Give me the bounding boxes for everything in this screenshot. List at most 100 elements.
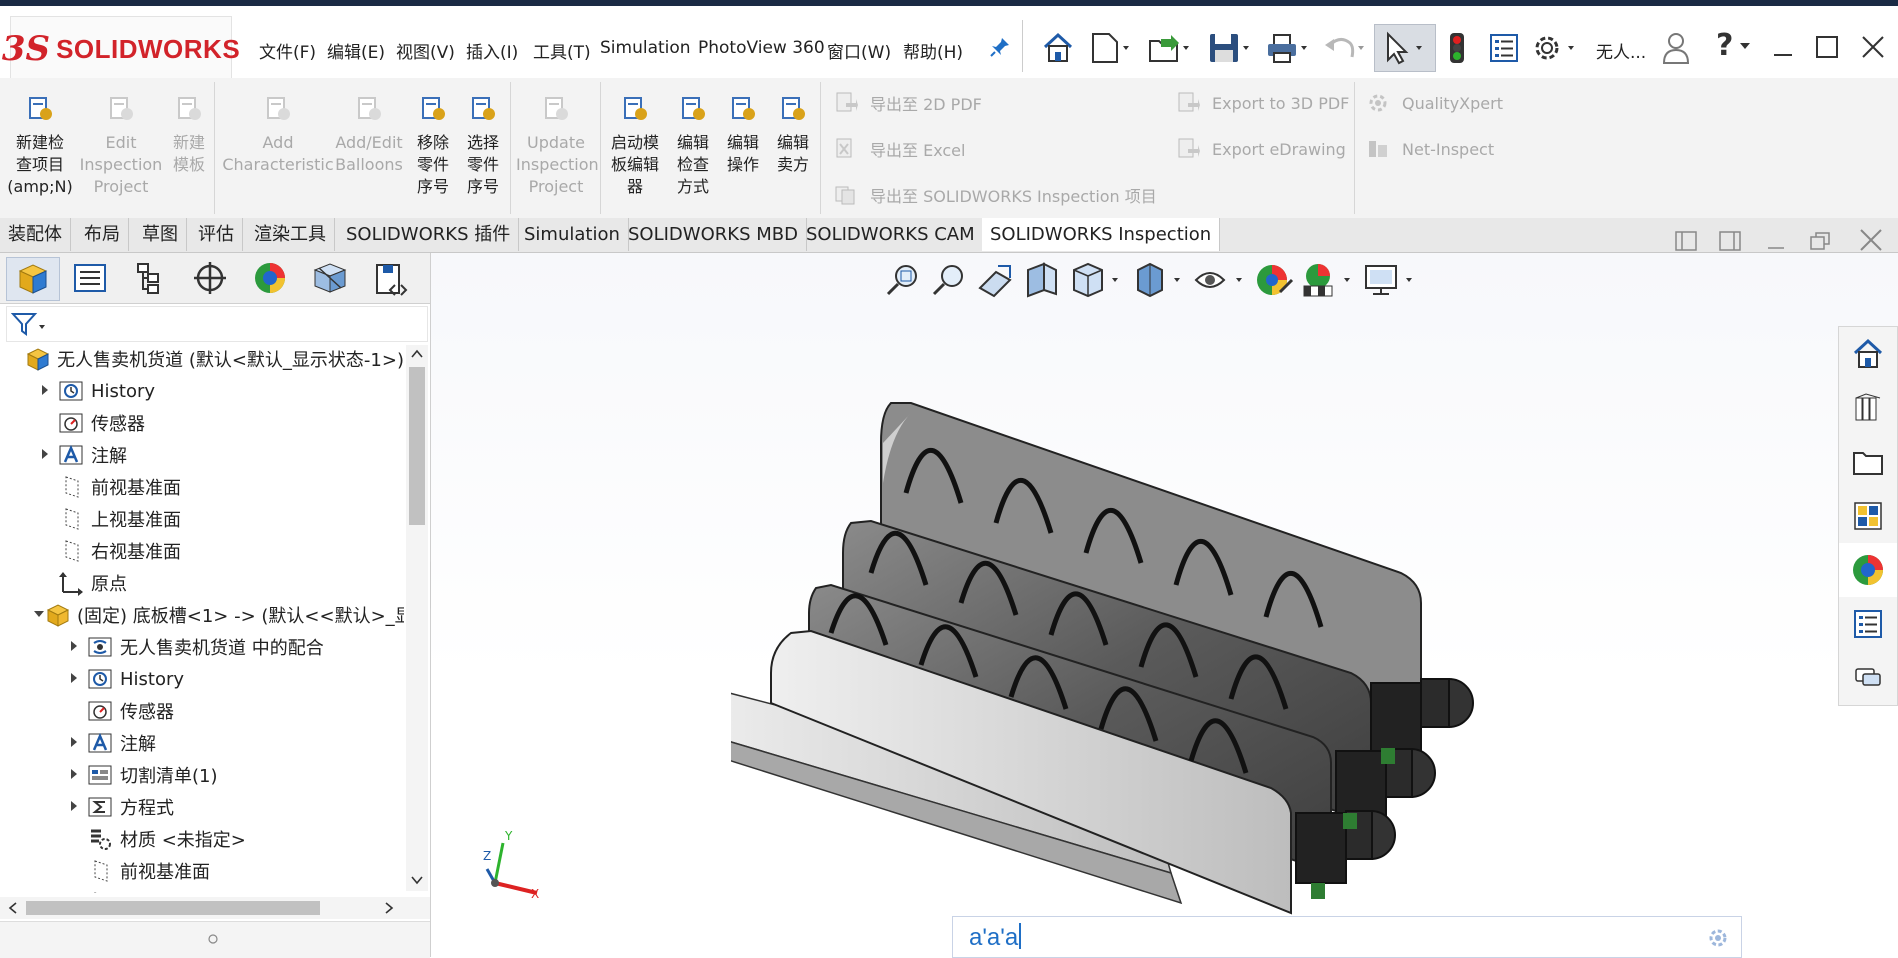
ribbon-button-7[interactable]: Update Inspection Project [516, 94, 599, 198]
tree-item[interactable]: 切割清单(1) [4, 759, 404, 791]
solidworks-logo[interactable]: 3S SOLIDWORKS [2, 16, 240, 82]
menu-file[interactable]: 文件(F) [259, 38, 316, 63]
command-search-input[interactable]: a'a'a [952, 916, 1742, 958]
ribbon-button-10[interactable]: 编辑 操作 [718, 94, 768, 176]
tree-item[interactable]: (固定) 底板槽<1> -> (默认<<默认>_显示 [4, 599, 404, 631]
help-button[interactable]: ? [1716, 28, 1733, 63]
qualityxpert-button[interactable]: QualityXpert [1366, 88, 1503, 118]
scroll-thumb[interactable] [409, 367, 425, 525]
tab-3[interactable]: 评估 [190, 218, 243, 251]
ribbon-button-8[interactable]: 启动模 板编辑器 [604, 94, 666, 198]
edit-appearance-icon[interactable] [1254, 260, 1294, 300]
doc-minimize-icon[interactable] [1762, 228, 1790, 254]
menu-tools[interactable]: 工具(T) [533, 38, 591, 63]
print-icon[interactable] [1262, 28, 1318, 68]
close-icon[interactable] [1858, 32, 1888, 62]
scroll-down-icon[interactable] [411, 875, 423, 885]
rebuild-traffic-light-icon[interactable] [1440, 28, 1474, 68]
tab-7[interactable]: SOLIDWORKS MBD [620, 218, 807, 251]
display-manager-icon[interactable] [244, 257, 296, 299]
tree-item[interactable]: 注解 [4, 439, 404, 471]
expand-arrow-icon[interactable] [62, 736, 86, 751]
menu-window[interactable]: 窗口(W) [827, 38, 891, 63]
view-orientation-icon[interactable] [1068, 260, 1124, 300]
export-excel-button[interactable]: 导出至 Excel [834, 134, 965, 164]
doc-close-icon[interactable] [1856, 226, 1886, 254]
ribbon-button-5[interactable]: 移除 零件 序号 [410, 94, 456, 198]
assembly-3d-model[interactable] [731, 373, 1691, 943]
pin-icon[interactable] [986, 32, 1014, 62]
inspection-manager-icon[interactable] [304, 257, 356, 299]
tab-9[interactable]: SOLIDWORKS Inspection [982, 218, 1221, 251]
export-sw-inspection-project-button[interactable]: 导出至 SOLIDWORKS Inspection 项目 [834, 180, 1157, 210]
tree-item[interactable]: 前视基准面 [4, 471, 404, 503]
menu-simulation[interactable]: Simulation [600, 38, 691, 58]
file-properties-icon[interactable] [1484, 28, 1524, 68]
export-edrawing-button[interactable]: Export eDrawing [1176, 134, 1346, 164]
ribbon-button-2[interactable]: 新建 模板 [166, 94, 212, 176]
view-palette-icon[interactable] [1839, 489, 1897, 543]
tree-item[interactable]: 材质 <未指定> [4, 823, 404, 855]
graphics-area[interactable]: Y Z X [431, 253, 1898, 957]
tab-1[interactable]: 布局 [76, 218, 129, 251]
feature-manager-tree-icon[interactable] [6, 257, 60, 301]
tree-filter-bar[interactable] [6, 306, 428, 342]
scroll-left-icon[interactable] [8, 902, 18, 914]
tree-item[interactable]: 传感器 [4, 695, 404, 727]
tile-right-icon[interactable] [1716, 228, 1744, 254]
new-document-icon[interactable] [1084, 28, 1140, 68]
section-view-icon[interactable] [1022, 260, 1062, 300]
display-style-icon[interactable] [1130, 260, 1186, 300]
tab-2[interactable]: 草图 [134, 218, 187, 251]
user-name[interactable]: 无人... [1596, 38, 1646, 63]
filter-icon[interactable] [10, 311, 49, 342]
tree-item[interactable]: History [4, 375, 404, 407]
ribbon-button-4[interactable]: Add/Edit Balloons [334, 94, 404, 176]
menu-help[interactable]: 帮助(H) [903, 38, 963, 63]
ribbon-button-1[interactable]: Edit Inspection Project [78, 94, 164, 198]
tree-item[interactable]: 方程式 [4, 791, 404, 823]
zoom-to-fit-icon[interactable] [884, 260, 924, 300]
zoom-to-area-icon[interactable] [930, 260, 970, 300]
undo-icon[interactable] [1320, 28, 1372, 68]
expand-arrow-icon[interactable] [62, 672, 86, 687]
ribbon-button-0[interactable]: 新建检 查项目 (amp;N) [4, 94, 76, 198]
tree-horizontal-scrollbar[interactable] [0, 897, 430, 919]
maximize-icon[interactable] [1812, 32, 1842, 62]
tree-item[interactable]: 上视基准面 [4, 887, 404, 893]
h-scroll-thumb[interactable] [26, 901, 320, 915]
tab-0[interactable]: 装配体 [0, 218, 71, 251]
chevron-right-icon[interactable] [399, 283, 408, 297]
configuration-manager-icon[interactable] [124, 257, 176, 299]
tab-8[interactable]: SOLIDWORKS CAM [798, 218, 984, 251]
tab-6[interactable]: Simulation [516, 218, 629, 251]
tree-item[interactable]: 前视基准面 [4, 855, 404, 887]
dimxpert-manager-icon[interactable] [184, 257, 236, 299]
design-library-icon[interactable] [1839, 381, 1897, 435]
previous-view-icon[interactable] [976, 260, 1016, 300]
menu-view[interactable]: 视图(V) [396, 38, 455, 63]
collapse-arrow-icon[interactable] [33, 609, 45, 622]
tree-item[interactable]: 无人售卖机货道 中的配合 [4, 631, 404, 663]
tree-item[interactable]: 注解 [4, 727, 404, 759]
expand-arrow-icon[interactable] [33, 384, 57, 399]
tree-item[interactable]: 原点 [4, 567, 404, 599]
help-dropdown-icon[interactable] [1738, 40, 1752, 54]
panel-grip-icon[interactable] [208, 934, 218, 944]
forum-icon[interactable] [1839, 651, 1897, 705]
export-3d-pdf-button[interactable]: Export to 3D PDF [1176, 88, 1349, 118]
doc-restore-icon[interactable] [1806, 228, 1834, 254]
custom-properties-icon[interactable] [1839, 597, 1897, 651]
search-input-text[interactable]: a'a'a [969, 923, 1022, 952]
chevron-left-icon[interactable] [388, 283, 397, 297]
file-explorer-icon[interactable] [1839, 435, 1897, 489]
export-2d-pdf-button[interactable]: 导出至 2D PDF [834, 88, 982, 118]
tree-item[interactable]: 传感器 [4, 407, 404, 439]
net-inspect-button[interactable]: Net-Inspect [1366, 134, 1494, 164]
appearances-icon[interactable] [1839, 543, 1897, 597]
menu-photoview[interactable]: PhotoView 360 [698, 38, 825, 58]
tree-item[interactable]: 上视基准面 [4, 503, 404, 535]
open-icon[interactable] [1144, 28, 1200, 68]
ribbon-button-3[interactable]: Add Characteristic [218, 94, 338, 176]
expand-arrow-icon[interactable] [62, 800, 86, 815]
